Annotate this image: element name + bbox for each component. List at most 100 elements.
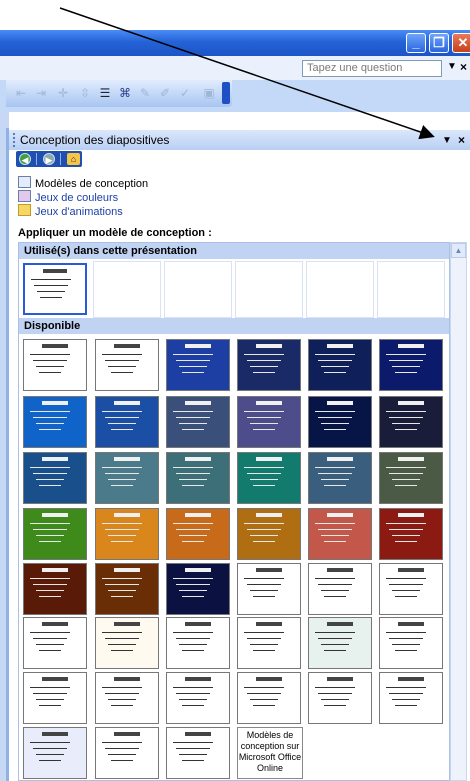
thumb-text-line	[315, 578, 355, 579]
thumb-text-line	[389, 417, 423, 418]
grid-icon[interactable]: ⌘	[118, 86, 132, 100]
design-template-thumbnail[interactable]	[237, 672, 301, 724]
thumb-title-bar	[114, 344, 140, 348]
design-template-thumbnail[interactable]	[166, 508, 230, 560]
thumb-text-line	[315, 467, 355, 468]
forward-icon[interactable]: ▶	[43, 153, 55, 165]
design-template-thumbnail[interactable]	[23, 508, 87, 560]
thumb-text-line	[102, 523, 142, 524]
tool-icon-7[interactable]: ✎	[138, 86, 152, 100]
design-template-thumbnail[interactable]	[95, 672, 159, 724]
link-animation-schemes[interactable]: Jeux d'animations	[18, 204, 123, 218]
thumb-text-line	[321, 366, 349, 367]
thumb-text-line	[108, 423, 136, 424]
thumb-text-line	[253, 596, 275, 597]
design-template-thumbnail[interactable]	[308, 452, 372, 504]
tool-icon-9[interactable]: ✓	[178, 86, 192, 100]
design-template-thumbnail[interactable]	[23, 396, 87, 448]
design-template-thumbnail[interactable]	[95, 508, 159, 560]
thumb-text-line	[392, 423, 420, 424]
design-template-thumbnail[interactable]	[379, 396, 443, 448]
design-template-thumbnail[interactable]	[379, 339, 443, 391]
design-template-thumbnail[interactable]	[237, 563, 301, 615]
thumb-title-bar	[256, 344, 282, 348]
pane-menu-icon[interactable]: ▼	[442, 135, 452, 146]
design-template-thumbnail[interactable]	[23, 452, 87, 504]
design-template-thumbnail[interactable]	[95, 727, 159, 779]
restore-button[interactable]: ❐	[429, 33, 449, 53]
ask-question-input[interactable]: Tapez une question	[302, 60, 442, 77]
design-template-thumbnail[interactable]	[95, 617, 159, 669]
grip-handle[interactable]	[13, 133, 17, 147]
design-template-thumbnail[interactable]	[166, 617, 230, 669]
home-icon[interactable]: ⌂	[67, 153, 80, 165]
close-pane-button[interactable]: ×	[458, 133, 465, 147]
thumb-text-line	[389, 360, 423, 361]
design-template-thumbnail[interactable]	[308, 339, 372, 391]
design-template-thumbnail[interactable]	[166, 452, 230, 504]
design-template-thumbnail[interactable]	[23, 617, 87, 669]
design-template-thumbnail[interactable]	[237, 339, 301, 391]
design-template-thumbnail[interactable]	[23, 727, 87, 779]
thumb-text-line	[39, 485, 61, 486]
design-template-thumbnail[interactable]	[166, 396, 230, 448]
design-template-thumbnail[interactable]	[23, 263, 87, 315]
thumb-text-line	[182, 429, 204, 430]
question-dropdown-icon[interactable]: ▼	[447, 61, 457, 72]
tool-icon-2[interactable]: ⇥	[34, 86, 48, 100]
design-template-thumbnail[interactable]	[308, 396, 372, 448]
close-document-button[interactable]: ×	[460, 60, 467, 74]
thumb-text-line	[253, 485, 275, 486]
scroll-up-icon[interactable]: ▲	[451, 243, 466, 258]
design-template-thumbnail[interactable]	[95, 452, 159, 504]
minimize-button[interactable]: _	[406, 33, 426, 53]
design-template-thumbnail[interactable]	[166, 339, 230, 391]
design-template-thumbnail[interactable]	[166, 563, 230, 615]
design-template-thumbnail[interactable]	[308, 508, 372, 560]
link-design-templates[interactable]: Modèles de conception	[18, 176, 148, 190]
tool-icon-4[interactable]: ⇳	[78, 86, 92, 100]
link-label: Jeux d'animations	[35, 206, 123, 218]
thumb-text-line	[176, 529, 210, 530]
gallery-scrollbar[interactable]	[450, 242, 467, 781]
online-templates-tile[interactable]: Modèles de conception sur Microsoft Offi…	[237, 727, 303, 779]
design-template-thumbnail[interactable]	[237, 508, 301, 560]
design-template-thumbnail[interactable]	[379, 563, 443, 615]
design-template-thumbnail[interactable]	[308, 672, 372, 724]
back-icon[interactable]: ◀	[19, 153, 31, 165]
tool-icon-8[interactable]: ✐	[158, 86, 172, 100]
thumb-text-line	[179, 644, 207, 645]
task-pane-title: Conception des diapositives	[20, 133, 170, 147]
design-template-thumbnail[interactable]	[23, 339, 87, 391]
design-template-thumbnail[interactable]	[237, 617, 301, 669]
toolbar-options-button[interactable]	[222, 82, 230, 104]
design-template-thumbnail[interactable]	[23, 672, 87, 724]
drawing-toolbar: ⇤ ⇥ ✛ ⇳ ☰ ⌘ ✎ ✐ ✓ ▣	[6, 80, 232, 107]
design-template-thumbnail[interactable]	[23, 563, 87, 615]
tool-icon-10[interactable]: ▣	[202, 86, 216, 100]
design-template-thumbnail[interactable]	[237, 452, 301, 504]
design-template-thumbnail[interactable]	[379, 672, 443, 724]
thumb-text-line	[105, 529, 139, 530]
thumb-text-line	[176, 584, 210, 585]
thumb-title-bar	[43, 269, 67, 273]
close-window-button[interactable]: ✕	[452, 33, 470, 53]
design-template-thumbnail[interactable]	[379, 508, 443, 560]
design-template-thumbnail[interactable]	[308, 617, 372, 669]
design-template-thumbnail[interactable]	[166, 727, 230, 779]
thumb-text-line	[247, 417, 281, 418]
tool-icon-1[interactable]: ⇤	[14, 86, 28, 100]
design-template-thumbnail[interactable]	[166, 672, 230, 724]
design-template-thumbnail[interactable]	[95, 339, 159, 391]
link-color-schemes[interactable]: Jeux de couleurs	[18, 190, 118, 204]
thumb-text-line	[318, 473, 352, 474]
thumb-text-line	[324, 372, 346, 373]
design-template-thumbnail[interactable]	[95, 563, 159, 615]
design-template-thumbnail[interactable]	[237, 396, 301, 448]
design-template-thumbnail[interactable]	[379, 617, 443, 669]
tool-icon-3[interactable]: ✛	[56, 86, 70, 100]
design-template-thumbnail[interactable]	[95, 396, 159, 448]
design-template-thumbnail[interactable]	[308, 563, 372, 615]
align-icon[interactable]: ☰	[98, 86, 112, 100]
design-template-thumbnail[interactable]	[379, 452, 443, 504]
